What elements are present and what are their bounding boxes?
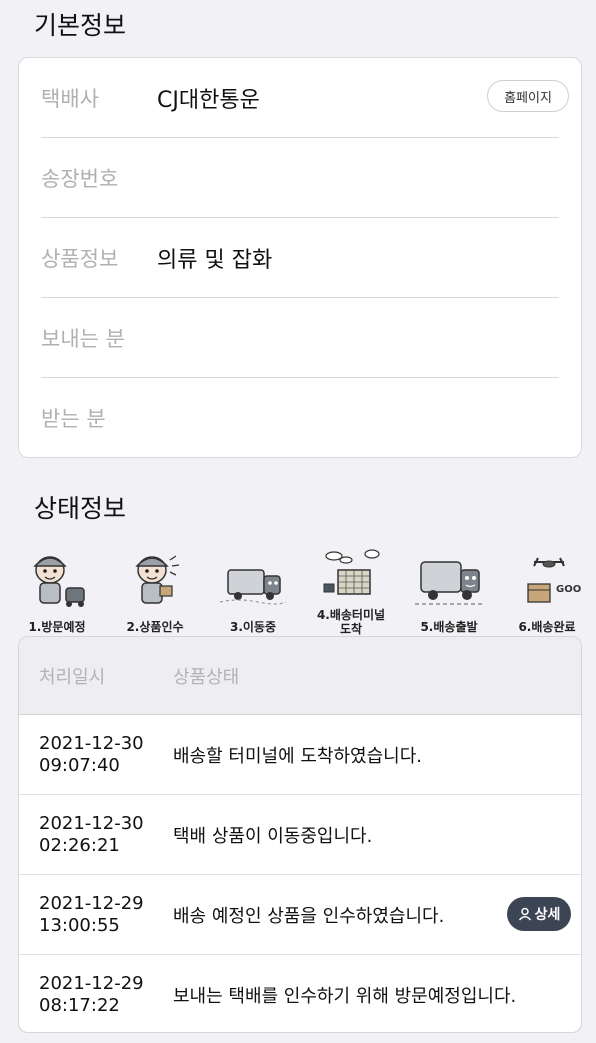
svg-text:GOOD: GOOD xyxy=(556,584,582,595)
header-product-status: 상품상태 xyxy=(173,666,240,688)
step-complete: GOOD 6.배송완료 xyxy=(504,548,590,638)
product-info-label: 상품정보 xyxy=(41,246,119,271)
row-time: 08:17:22 xyxy=(39,995,120,1016)
courier-pickup-icon xyxy=(135,555,180,604)
courier-label: 택배사 xyxy=(41,86,99,111)
info-row-courier: 택배사 CJ대한통운 홈페이지 xyxy=(41,58,569,138)
table-row: 2021-12-29 13:00:55 배송 예정인 상품을 인수하였습니다. … xyxy=(19,875,581,955)
table-header: 처리일시 상품상태 xyxy=(19,637,581,715)
basic-info-title: 기본정보 xyxy=(34,11,127,40)
step-departure: 5.배송출발 xyxy=(406,548,492,638)
info-row-tracking: 송장번호 xyxy=(41,138,559,218)
step-terminal: 4.배송터미널 도착 xyxy=(308,548,394,638)
row-time: 09:07:40 xyxy=(39,754,120,776)
row-date: 2021-12-30 xyxy=(39,812,144,834)
step-label-moving: 3.이동중 xyxy=(229,620,277,634)
row-date: 2021-12-29 xyxy=(39,973,144,994)
row-date: 2021-12-29 xyxy=(39,892,144,914)
courier-visit-icon xyxy=(33,556,85,607)
step-label-departure: 5.배송출발 xyxy=(420,620,478,634)
step-visit: 1.방문예정 xyxy=(14,548,100,638)
terminal-building-icon xyxy=(323,549,380,595)
tracking-number-label: 송장번호 xyxy=(41,166,119,191)
row-status: 배송 예정인 상품을 인수하였습니다. xyxy=(173,905,445,927)
truck-departure-icon xyxy=(415,561,483,605)
info-row-sender: 보내는 분 xyxy=(41,298,559,378)
person-icon xyxy=(518,907,531,921)
detail-button[interactable]: 상세 xyxy=(507,897,571,931)
row-status: 택배 상품이 이동중입니다. xyxy=(173,825,373,847)
detail-button-label: 상세 xyxy=(534,907,561,923)
step-label-terminal: 4.배송터미널 도착 xyxy=(316,608,386,636)
status-info-title: 상태정보 xyxy=(34,494,127,523)
table-row: 2021-12-30 09:07:40 배송할 터미널에 도착하였습니다. xyxy=(19,715,581,795)
delivery-steps: 1.방문예정 2.상품인수 3.이동중 4.배송터미널 도착 5.배송출발 GO… xyxy=(20,548,582,638)
info-row-recipient: 받는 분 xyxy=(41,378,559,458)
courier-value: CJ대한통운 xyxy=(157,87,260,113)
row-time: 13:00:55 xyxy=(39,914,120,936)
truck-moving-icon xyxy=(219,569,287,605)
homepage-button[interactable]: 홈페이지 xyxy=(487,80,569,112)
recipient-label: 받는 분 xyxy=(41,407,106,431)
step-label-pickup: 2.상품인수 xyxy=(126,620,184,634)
row-status: 보내는 택배를 인수하기 위해 방문예정입니다. xyxy=(173,986,517,1007)
row-date: 2021-12-30 xyxy=(39,732,144,754)
step-label-complete: 6.배송완료 xyxy=(518,620,576,634)
step-moving: 3.이동중 xyxy=(210,548,296,638)
step-pickup: 2.상품인수 xyxy=(112,548,198,638)
row-status: 배송할 터미널에 도착하였습니다. xyxy=(173,745,423,767)
table-row: 2021-12-29 08:17:22 보내는 택배를 인수하기 위해 방문예정… xyxy=(19,955,581,1032)
header-processed-time: 처리일시 xyxy=(39,666,106,688)
sender-label: 보내는 분 xyxy=(41,326,125,351)
status-table: 처리일시 상품상태 2021-12-30 09:07:40 배송할 터미널에 도… xyxy=(18,636,582,1033)
product-info-value: 의류 및 잡화 xyxy=(157,247,273,273)
row-time: 02:26:21 xyxy=(39,834,120,856)
table-row: 2021-12-30 02:26:21 택배 상품이 이동중입니다. xyxy=(19,795,581,875)
basic-info-card: 택배사 CJ대한통운 홈페이지 송장번호 상품정보 의류 및 잡화 보내는 분 … xyxy=(18,57,582,458)
step-label-visit: 1.방문예정 xyxy=(28,620,86,634)
delivery-complete-icon: GOOD xyxy=(527,557,582,603)
info-row-product: 상품정보 의류 및 잡화 xyxy=(41,218,559,298)
